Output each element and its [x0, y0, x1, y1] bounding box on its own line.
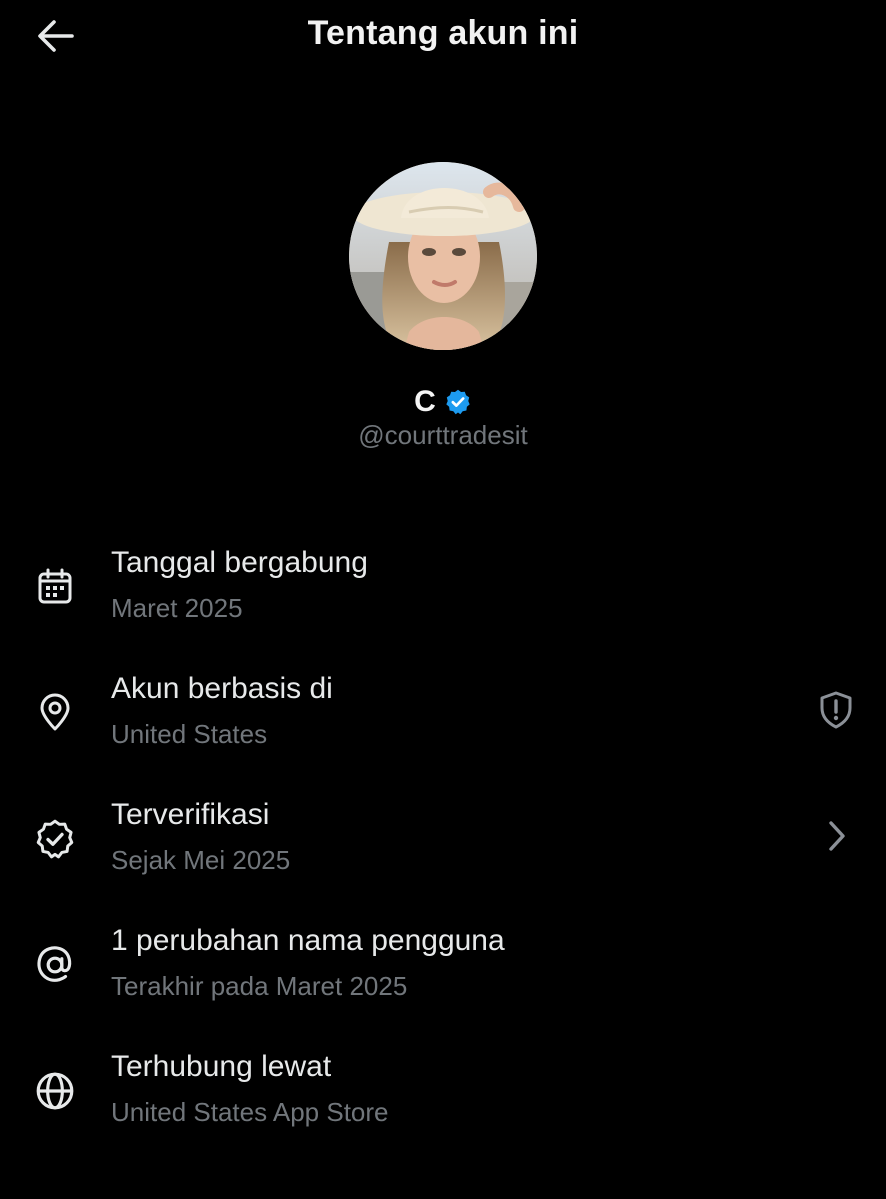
header: Tentang akun ini — [0, 0, 886, 72]
info-value: Sejak Mei 2025 — [111, 845, 291, 875]
verified-badge-icon[interactable] — [444, 388, 472, 416]
info-label: Tanggal bergabung — [111, 546, 368, 579]
info-label: Akun berbasis di — [111, 672, 333, 705]
info-value: United States App Store — [111, 1097, 389, 1127]
globe-icon — [32, 1068, 78, 1114]
info-row-account-based-in: Akun berbasis di United States — [0, 656, 886, 782]
info-value: United States — [111, 719, 268, 749]
shield-alert-icon[interactable] — [812, 686, 860, 734]
display-name: C — [414, 385, 436, 418]
at-sign-icon — [32, 942, 78, 988]
username-handle: @courttradesit — [358, 420, 528, 450]
info-row-join-date: Tanggal bergabung Maret 2025 — [0, 530, 886, 656]
info-value: Terakhir pada Maret 2025 — [111, 971, 408, 1001]
info-row-username-changes: 1 perubahan nama pengguna Terakhir pada … — [0, 908, 886, 1034]
name-row: C — [0, 382, 886, 422]
info-row-verified[interactable]: Terverifikasi Sejak Mei 2025 — [0, 782, 886, 908]
info-value: Maret 2025 — [111, 593, 243, 623]
verified-check-icon — [32, 816, 78, 862]
info-row-connected-via: Terhubung lewat United States App Store — [0, 1034, 886, 1160]
info-label: 1 perubahan nama pengguna — [111, 924, 505, 957]
info-label: Terverifikasi — [111, 798, 270, 831]
account-info-list: Tanggal bergabung Maret 2025 Akun berbas… — [0, 530, 886, 1160]
location-pin-icon — [32, 690, 78, 736]
about-account-page: Tentang akun ini C @courttradesit Tangga… — [0, 0, 886, 1199]
avatar[interactable] — [349, 162, 537, 350]
info-label: Terhubung lewat — [111, 1050, 332, 1083]
chevron-right-icon[interactable] — [812, 812, 860, 860]
calendar-icon — [32, 564, 78, 610]
page-title: Tentang akun ini — [307, 14, 579, 52]
